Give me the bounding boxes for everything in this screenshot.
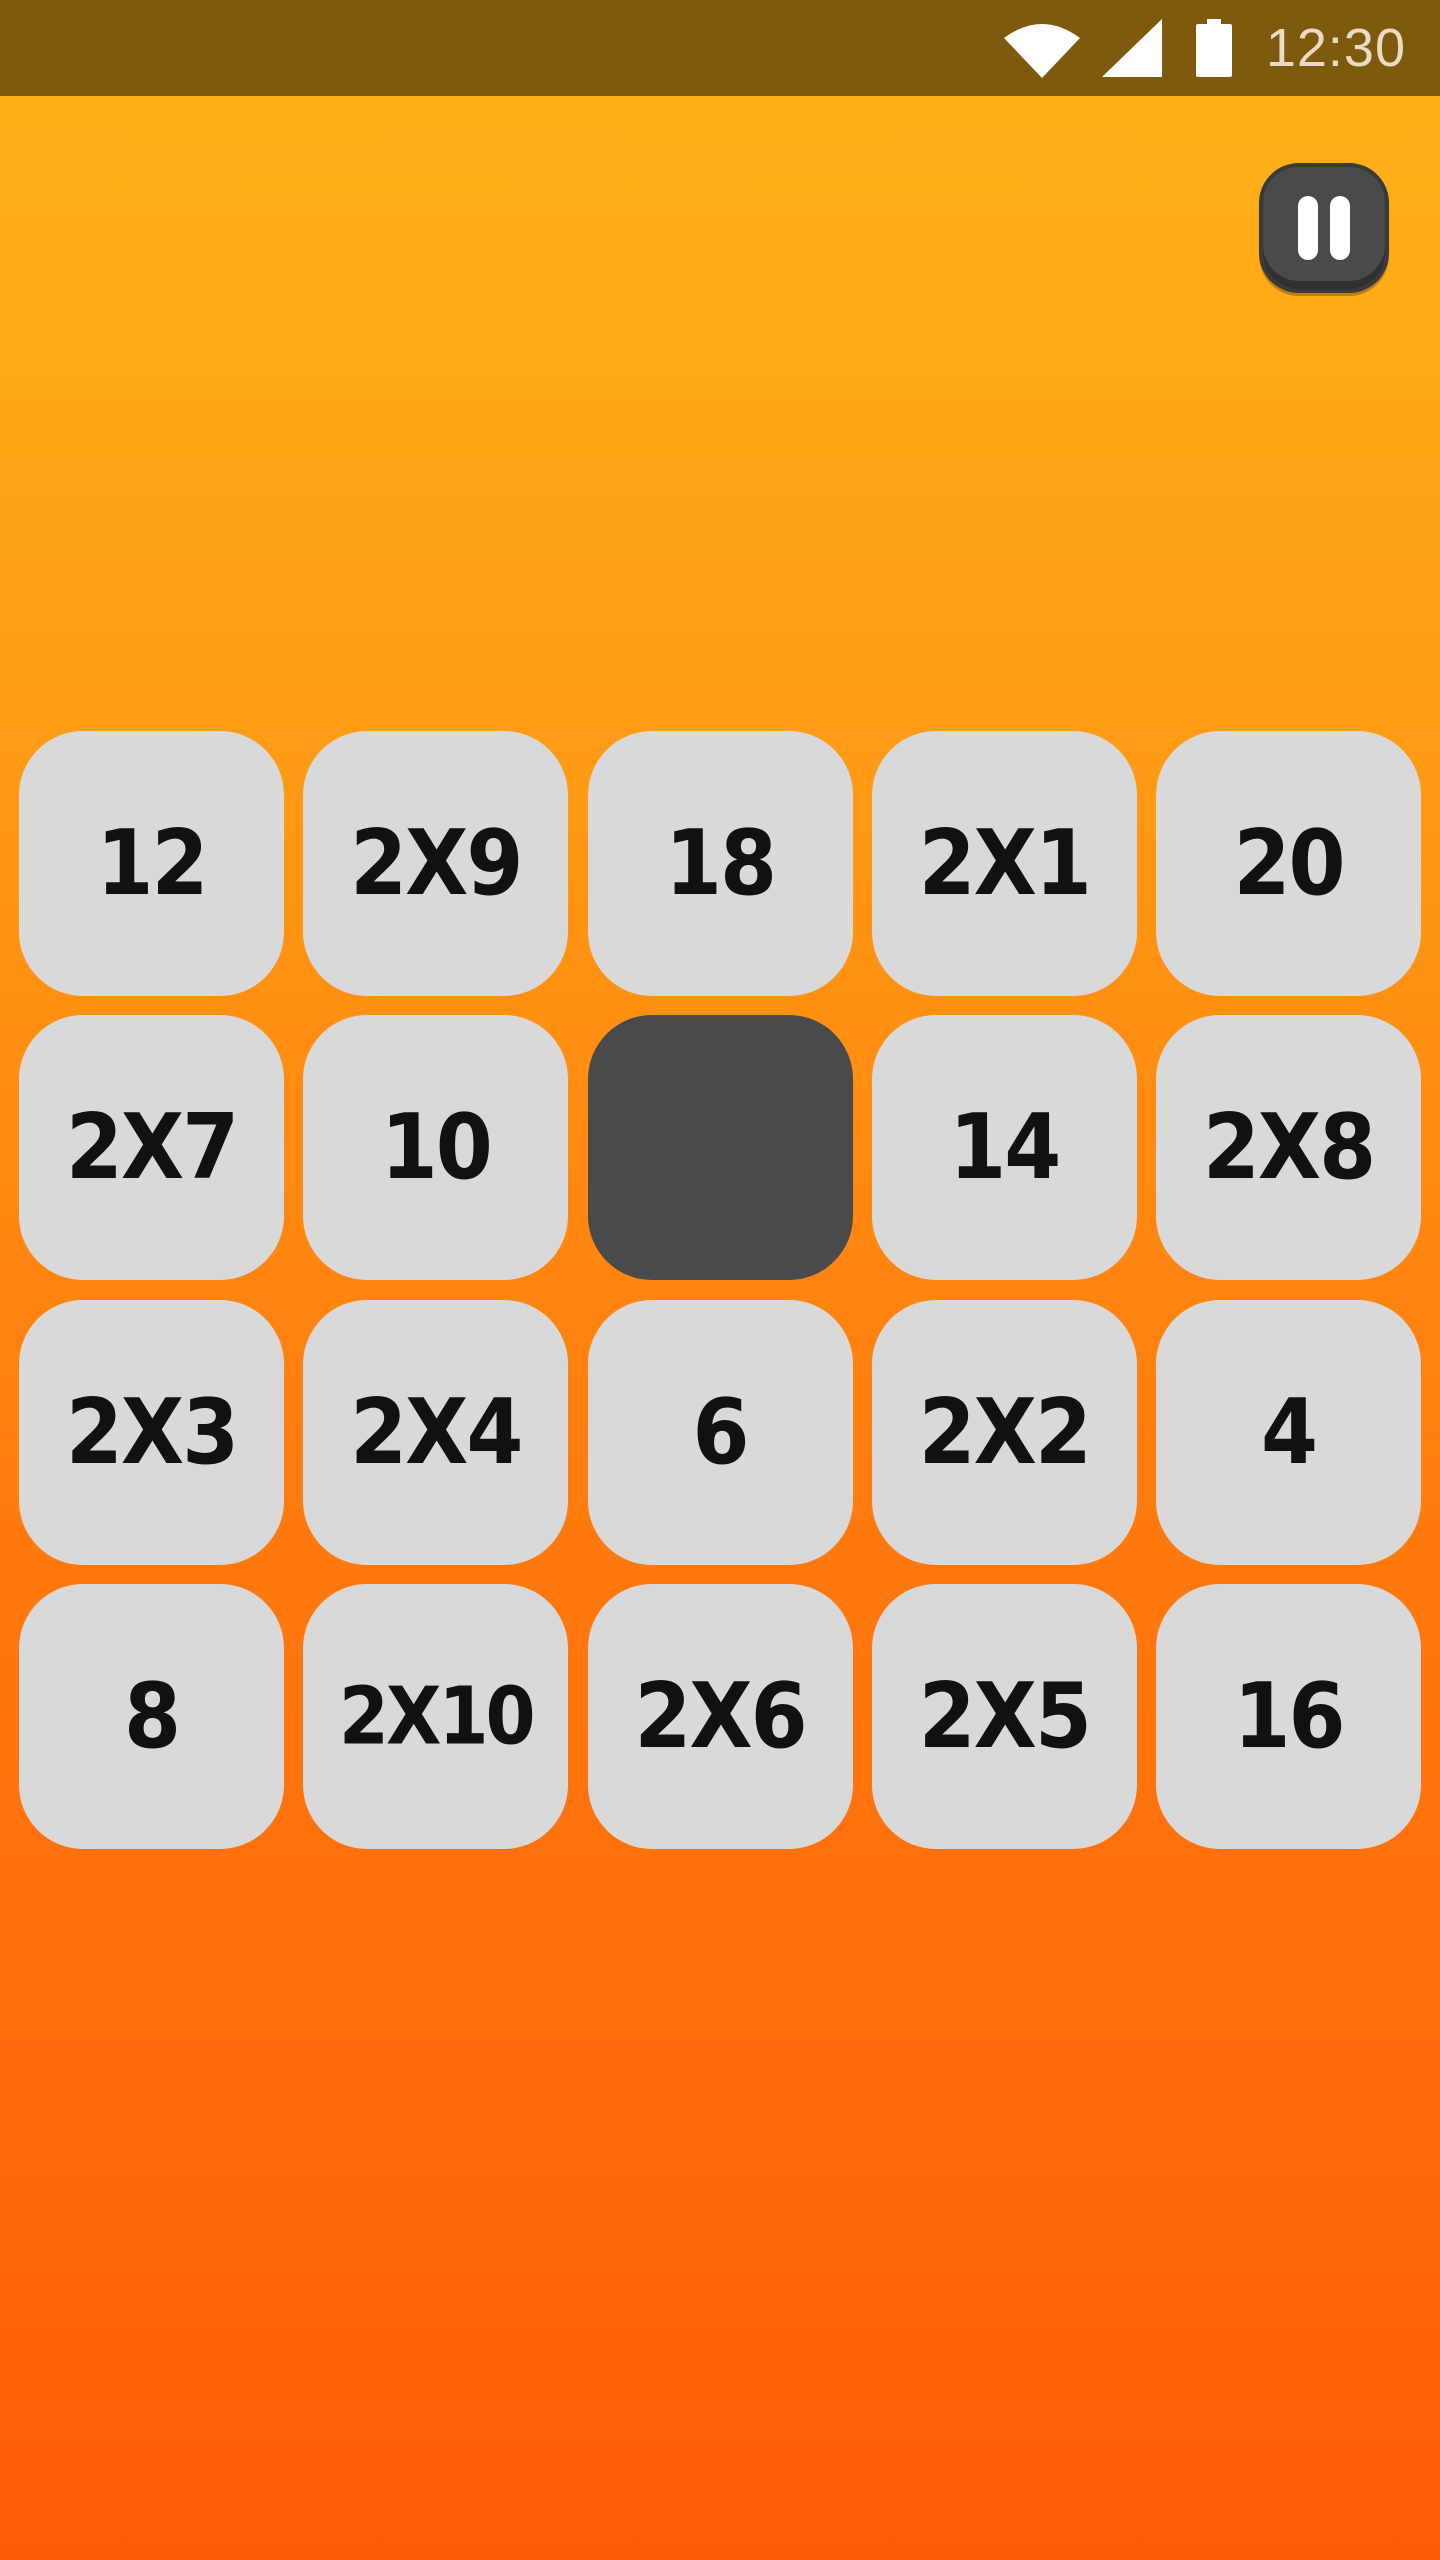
puzzle-tile[interactable]: 8 (19, 1583, 284, 1849)
tile-label: 2X2 (918, 1379, 1092, 1485)
tile-label: 20 (1233, 811, 1345, 916)
tile-label: 2X5 (918, 1664, 1092, 1769)
pause-icon (1330, 196, 1350, 260)
puzzle-board: 12 2X9 18 2X1 20 2X7 10 14 2X8 2X3 2X4 6 2X2 4 8 2X10 2X… (19, 731, 1421, 1849)
tile-label: 2X3 (65, 1379, 239, 1485)
pause-button[interactable] (1259, 163, 1389, 293)
tile-label: 2X9 (350, 811, 523, 916)
tile-label: 2X8 (1202, 1095, 1376, 1201)
puzzle-tile[interactable]: 2X4 (303, 1299, 569, 1565)
tile-label: 10 (380, 1095, 493, 1201)
status-icons: 12:30 (1002, 0, 1406, 96)
puzzle-tile[interactable]: 2X3 (19, 1299, 284, 1565)
empty-slot (587, 1015, 853, 1281)
puzzle-tile[interactable]: 2X9 (303, 731, 569, 996)
tile-label: 2X7 (65, 1095, 239, 1201)
battery-icon (1195, 19, 1232, 77)
tile-label: 4 (1260, 1379, 1318, 1485)
tile-label: 8 (123, 1664, 181, 1769)
status-bar: 12:30 (0, 0, 1440, 96)
tile-label: 14 (949, 1095, 1061, 1201)
tile-label: 2X1 (918, 811, 1092, 916)
tile-label: 2X6 (634, 1664, 807, 1769)
puzzle-tile[interactable]: 2X8 (1156, 1015, 1421, 1281)
puzzle-tile[interactable]: 10 (303, 1015, 569, 1281)
puzzle-tile[interactable]: 2X7 (19, 1015, 284, 1281)
status-time: 12:30 (1265, 18, 1406, 78)
puzzle-tile[interactable]: 2X2 (871, 1299, 1137, 1565)
puzzle-tile[interactable]: 20 (1156, 731, 1421, 996)
puzzle-tile[interactable]: 18 (587, 731, 853, 996)
puzzle-tile[interactable]: 6 (587, 1299, 853, 1565)
puzzle-tile[interactable]: 2X10 (303, 1583, 569, 1849)
pause-icon (1298, 196, 1318, 260)
tile-label: 2X10 (338, 1670, 536, 1763)
puzzle-tile[interactable]: 2X6 (587, 1583, 853, 1849)
signal-icon (1101, 19, 1162, 77)
puzzle-tile[interactable]: 4 (1156, 1299, 1421, 1565)
puzzle-tile[interactable]: 14 (871, 1015, 1137, 1281)
puzzle-tile[interactable]: 2X5 (871, 1583, 1137, 1849)
puzzle-tile[interactable]: 2X1 (871, 731, 1137, 996)
tile-label: 6 (692, 1379, 749, 1485)
puzzle-tile[interactable]: 12 (19, 731, 284, 996)
tile-label: 18 (664, 811, 777, 916)
tile-label: 2X4 (350, 1379, 523, 1485)
wifi-icon (1003, 24, 1080, 78)
tile-label: 16 (1233, 1664, 1345, 1769)
tile-label: 12 (96, 811, 208, 916)
puzzle-tile[interactable]: 16 (1156, 1583, 1421, 1849)
